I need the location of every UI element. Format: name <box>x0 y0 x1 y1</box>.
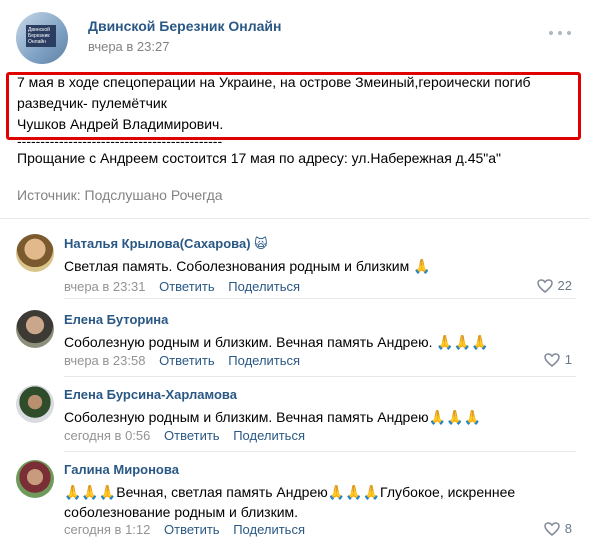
post-source[interactable]: Источник: Подслушано Рочегда <box>17 187 223 203</box>
comment-meta: сегодня в 1:12 Ответить Поделиться <box>64 522 315 537</box>
heart-icon <box>536 278 553 293</box>
heart-icon <box>544 352 560 367</box>
comment-meta: вчера в 23:31 Ответить Поделиться <box>64 279 310 294</box>
group-name-link[interactable]: Двинской Березник Онлайн <box>88 18 282 34</box>
share-button[interactable]: Поделиться <box>228 279 300 294</box>
comment-author[interactable]: Галина Миронова <box>64 462 179 477</box>
like-button[interactable]: 1 <box>544 352 572 367</box>
avatar[interactable] <box>16 310 54 348</box>
comment: Елена Буторина Соболезную родным и близк… <box>16 310 576 377</box>
like-button[interactable]: 8 <box>544 521 572 536</box>
like-button[interactable]: 22 <box>536 278 572 293</box>
reply-button[interactable]: Ответить <box>159 353 215 368</box>
reply-button[interactable]: Ответить <box>164 522 220 537</box>
like-count: 8 <box>564 521 572 536</box>
comment-time[interactable]: вчера в 23:58 <box>64 353 145 368</box>
comment-text: Соболезную родным и близким. Вечная памя… <box>64 409 481 425</box>
like-count: 1 <box>564 352 572 367</box>
share-button[interactable]: Поделиться <box>233 522 305 537</box>
comment-text: 🙏🙏🙏Вечная, светлая память Андрею🙏🙏🙏Глубо… <box>64 484 516 520</box>
group-avatar[interactable]: Двинской Березник Онлайн <box>16 12 68 64</box>
divider <box>0 218 589 219</box>
post-header: Двинской Березник Онлайн Двинской Березн… <box>16 12 576 64</box>
heart-icon <box>544 521 560 536</box>
comment-author[interactable]: Наталья Крылова(Сахарова) 🙀 <box>64 236 268 252</box>
comment: Галина Миронова 🙏🙏🙏Вечная, светлая памят… <box>16 460 576 544</box>
comment-divider <box>64 298 576 299</box>
avatar[interactable] <box>16 460 54 498</box>
avatar[interactable] <box>16 234 54 272</box>
comment-meta: вчера в 23:58 Ответить Поделиться <box>64 353 310 368</box>
reply-button[interactable]: Ответить <box>164 428 220 443</box>
comment: Елена Бурсина-Харламова Соболезную родны… <box>16 385 576 452</box>
comment: Наталья Крылова(Сахарова) 🙀 Светлая памя… <box>16 234 576 299</box>
avatar[interactable] <box>16 385 54 423</box>
post-line: Прощание с Андреем состоится 17 мая по а… <box>17 150 502 166</box>
comment-text: Соболезную родным и близким. Вечная памя… <box>64 334 489 350</box>
share-button[interactable]: Поделиться <box>233 428 305 443</box>
reply-button[interactable]: Ответить <box>159 279 215 294</box>
post-time[interactable]: вчера в 23:27 <box>88 39 169 54</box>
comment-author[interactable]: Елена Бурсина-Харламова <box>64 387 237 402</box>
comment-time[interactable]: вчера в 23:31 <box>64 279 145 294</box>
comment-divider <box>64 451 576 452</box>
avatar-label: Двинской Березник Онлайн <box>26 25 56 47</box>
comment-time[interactable]: сегодня в 1:12 <box>64 522 150 537</box>
comment-time[interactable]: сегодня в 0:56 <box>64 428 150 443</box>
comment-text: Светлая память. Соболезнования родным и … <box>64 258 431 274</box>
like-count: 22 <box>557 278 572 293</box>
comment-author[interactable]: Елена Буторина <box>64 312 168 327</box>
comment-divider <box>64 376 576 377</box>
more-options-icon[interactable] <box>549 28 571 38</box>
share-button[interactable]: Поделиться <box>228 353 300 368</box>
comment-meta: сегодня в 0:56 Ответить Поделиться <box>64 428 315 443</box>
highlight-box <box>6 72 581 140</box>
